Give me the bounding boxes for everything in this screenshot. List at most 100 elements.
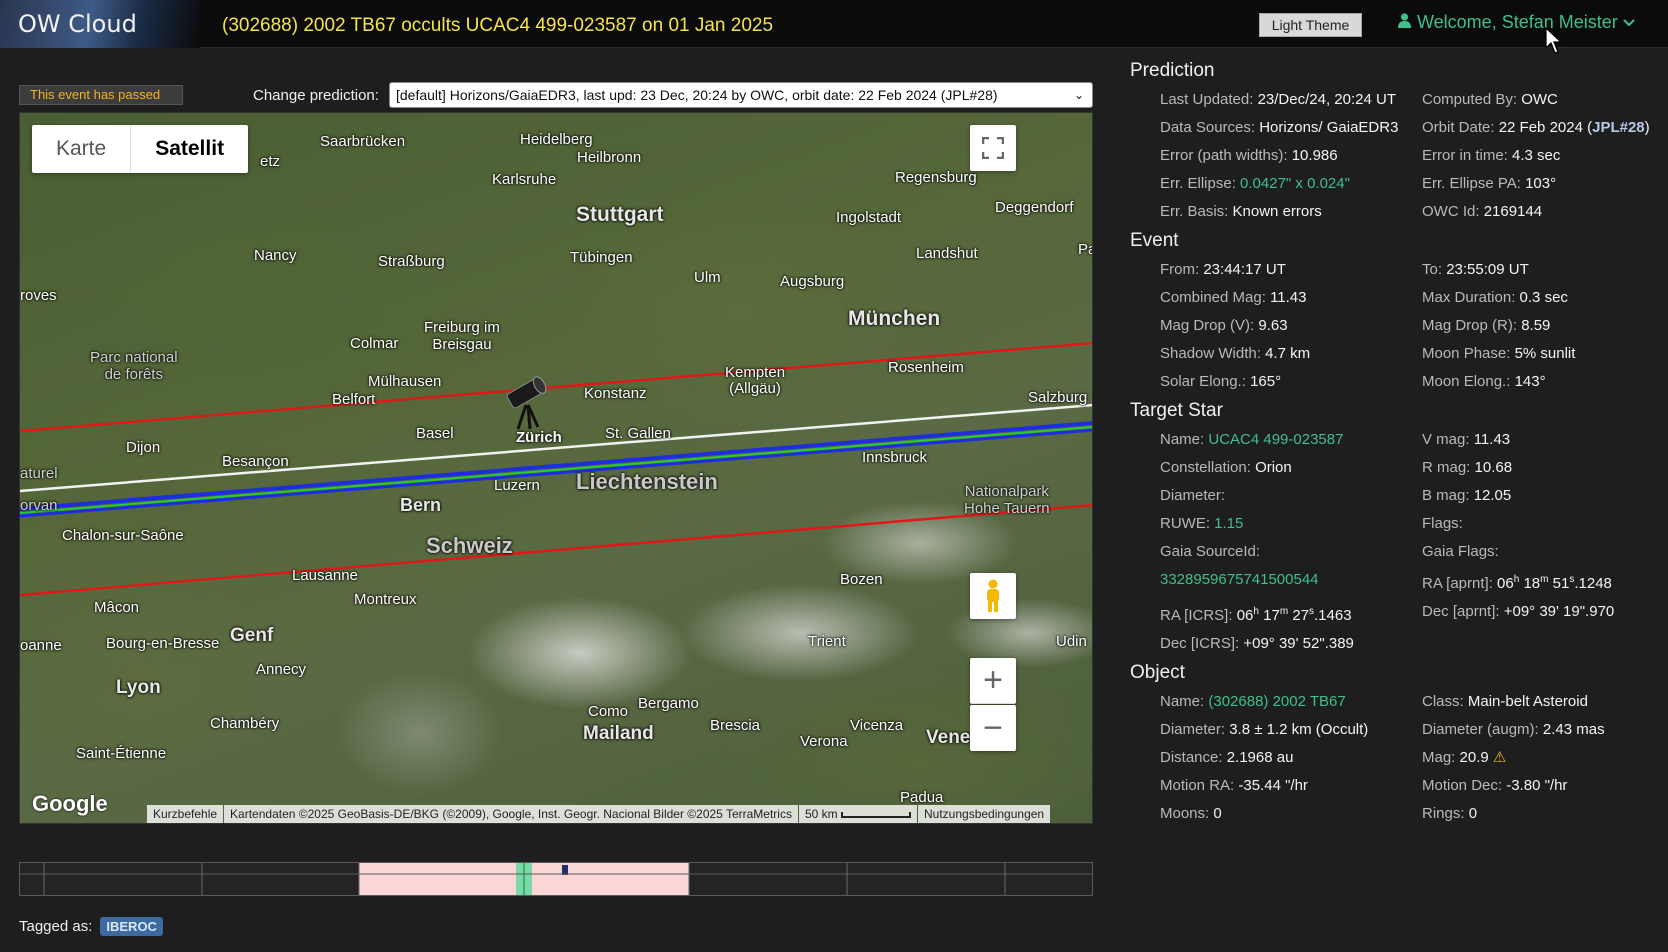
map-attribution: Kurzbefehle Kartendaten ©2025 GeoBasis-D…	[146, 805, 1051, 823]
map-label: oanne	[20, 637, 62, 654]
street-view-pegman-button[interactable]	[970, 573, 1016, 619]
field-label: Rings:	[1422, 805, 1465, 822]
field-label: Shadow Width:	[1160, 345, 1261, 362]
orbit-close: )	[1644, 119, 1650, 136]
field-label: Motion Dec:	[1422, 777, 1503, 794]
field-label: Gaia SourceId:	[1160, 543, 1261, 560]
object-grid: Name: (302688) 2002 TB67 Class: Main-bel…	[1130, 688, 1660, 828]
map-label: Trient	[808, 633, 846, 650]
map-label: Stuttgart	[576, 203, 664, 226]
field-label: Dec [aprnt]:	[1422, 603, 1500, 620]
warning-icon[interactable]: ⚠	[1493, 749, 1506, 766]
field-label: Error in time:	[1422, 147, 1508, 164]
data-sources-value: Horizons/ GaiaEDR3	[1259, 119, 1399, 136]
rings-value: 0	[1468, 805, 1478, 822]
owc-id-value: 2169144	[1483, 203, 1543, 220]
map-label: Landshut	[916, 245, 978, 262]
map-label: Straßburg	[378, 253, 445, 270]
map-label: Como	[588, 703, 629, 720]
telescope-marker-icon[interactable]	[498, 371, 560, 431]
map-label: Nancy	[254, 247, 297, 264]
map-label: Lausanne	[292, 567, 358, 584]
map-label: Bozen	[840, 571, 883, 588]
occultation-path-lines	[20, 341, 1092, 597]
err-ellipse-link[interactable]: 0.0427" x 0.024"	[1240, 175, 1350, 192]
object-name-link[interactable]: (302688) 2002 TB67	[1208, 693, 1345, 710]
map-label: Liechtenstein	[576, 469, 718, 494]
field-label: Gaia Flags:	[1422, 543, 1499, 560]
field-label: Name:	[1160, 693, 1205, 710]
ruwe-link[interactable]: 1.15	[1214, 515, 1243, 532]
user-menu[interactable]: Welcome, Stefan Meister	[1398, 12, 1635, 33]
field-label: Err. Ellipse PA:	[1422, 175, 1521, 192]
map-label: Mülhausen	[368, 373, 442, 390]
map-label: Heilbronn	[577, 149, 642, 166]
map-label: Annecy	[256, 661, 307, 678]
computed-by-value: OWC	[1521, 91, 1558, 108]
fullscreen-icon	[982, 137, 1004, 159]
map-view[interactable]: Saarbrücken Heidelberg Heilbronn Karlsru…	[19, 112, 1093, 824]
distance-value: 2.1968 au	[1226, 749, 1294, 766]
map-label: Saint-Étienne	[76, 745, 167, 762]
field-label: R mag:	[1422, 459, 1471, 476]
map-label: Mâcon	[94, 599, 140, 616]
orbit-date-value: 22 Feb 2024 (	[1498, 119, 1593, 136]
gaia-source-id-link[interactable]: 3328959675741500544	[1160, 571, 1319, 588]
zoom-in-button[interactable]: +	[970, 658, 1016, 704]
map-label: Bern	[400, 495, 442, 515]
details-panel: Prediction Last Updated: 23/Dec/24, 20:2…	[1130, 60, 1660, 828]
event-timeline[interactable]	[19, 862, 1093, 896]
target-star-section-title: Target Star	[1130, 400, 1223, 421]
terms-of-use-link[interactable]: Nutzungsbedingungen	[918, 805, 1051, 823]
user-icon	[1398, 12, 1411, 33]
moons-value: 0	[1213, 805, 1222, 822]
field-label: Moon Phase:	[1422, 345, 1511, 362]
field-label: B mag:	[1422, 487, 1470, 504]
top-navbar: OW Cloud (302688) 2002 TB67 occults UCAC…	[0, 0, 1668, 54]
prediction-select[interactable]: [default] Horizons/GaiaEDR3, last upd: 2…	[389, 82, 1093, 108]
keyboard-shortcuts-link[interactable]: Kurzbefehle	[147, 805, 224, 823]
field-label: Computed By:	[1422, 91, 1518, 108]
event-passed-badge: This event has passed	[19, 85, 183, 105]
field-label: Err. Ellipse:	[1160, 175, 1236, 192]
field-label: To:	[1422, 261, 1443, 278]
prediction-grid: Last Updated: 23/Dec/24, 20:24 UT Comput…	[1130, 86, 1660, 226]
brand-logo[interactable]: OW Cloud	[0, 0, 200, 48]
tag-chip[interactable]: IBEROC	[100, 917, 163, 936]
field-label: Err. Basis:	[1160, 203, 1229, 220]
map-type-button[interactable]: Karte	[32, 125, 130, 173]
map-data-attribution: Kartendaten ©2025 GeoBasis-DE/BKG (©2009…	[224, 805, 798, 823]
solar-elong-value: 165°	[1250, 373, 1282, 390]
light-theme-button[interactable]: Light Theme	[1259, 13, 1362, 37]
map-label: Konstanz	[584, 385, 647, 402]
err-pa-value: 103°	[1525, 175, 1557, 192]
combined-mag-value: 11.43	[1270, 289, 1307, 306]
map-label: Regensburg	[895, 169, 977, 186]
field-label: Moon Elong.:	[1422, 373, 1511, 390]
map-label: Zürich	[516, 429, 562, 446]
object-diameter-value: 3.8 ± 1.2 km (Occult)	[1229, 721, 1369, 738]
field-label: Moons:	[1160, 805, 1210, 822]
chevron-down-icon: ⌄	[1073, 88, 1084, 102]
map-label: Dijon	[126, 439, 161, 456]
max-duration-value: 0.3 sec	[1519, 289, 1568, 306]
mag-drop-r-value: 8.59	[1521, 317, 1551, 334]
map-scale[interactable]: 50 km	[798, 805, 917, 823]
zoom-out-button[interactable]: −	[970, 705, 1016, 751]
map-label: Mailand	[583, 723, 654, 744]
pegman-icon	[987, 579, 999, 612]
ra-aprnt-value: 06h 18m 51s.1248	[1497, 574, 1612, 592]
motion-ra-value: -35.44 "/hr	[1238, 777, 1308, 794]
object-mag-value: 20.9	[1459, 749, 1489, 766]
map-label: Heidelberg	[520, 131, 593, 148]
dec-icrs-value: +09° 39' 52".389	[1243, 635, 1354, 652]
star-name-link[interactable]: UCAC4 499-023587	[1208, 431, 1343, 448]
map-label: Schweiz	[426, 533, 513, 558]
map-label: Bourg-en-Bresse	[106, 635, 220, 652]
map-label: Udin	[1056, 633, 1087, 650]
field-label: Solar Elong.:	[1160, 373, 1246, 390]
fullscreen-button[interactable]	[970, 125, 1016, 171]
jpl-link[interactable]: JPL#28	[1592, 119, 1645, 136]
satellite-type-button[interactable]: Satellit	[130, 125, 248, 173]
moon-elong-value: 143°	[1514, 373, 1546, 390]
